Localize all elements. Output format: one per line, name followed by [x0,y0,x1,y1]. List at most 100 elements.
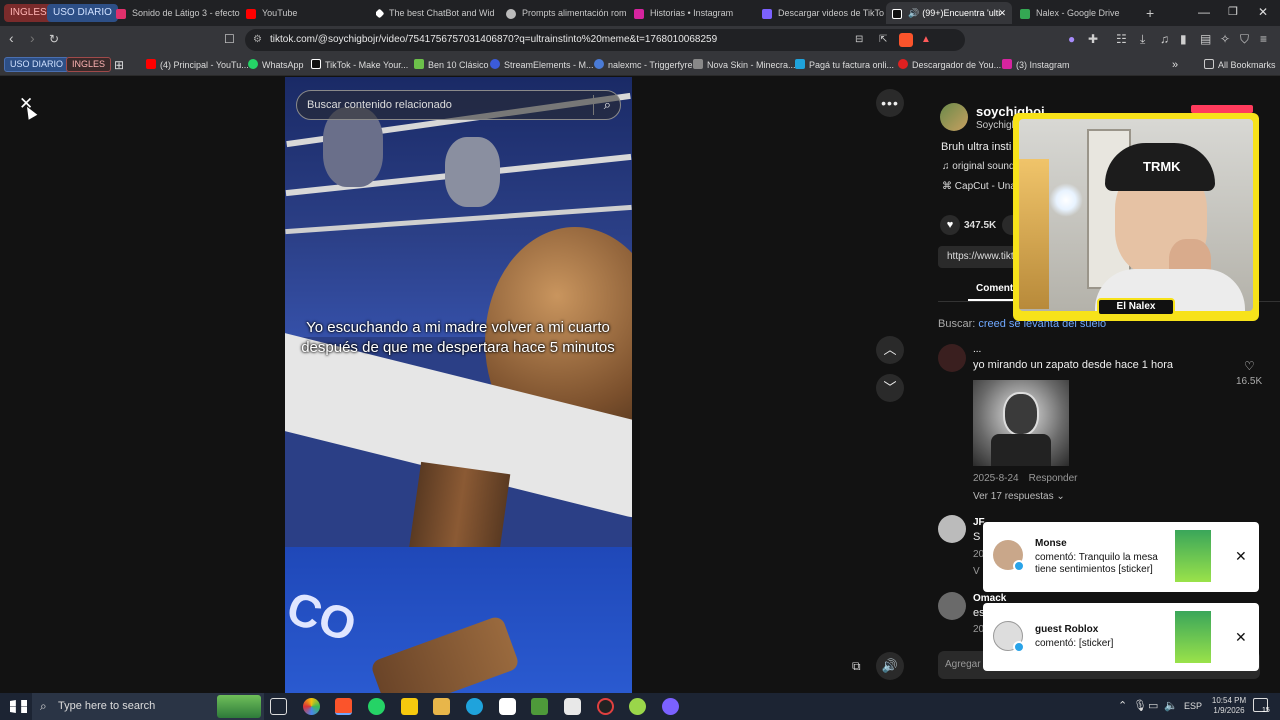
edge-icon[interactable] [466,698,483,715]
taskbar-search-input[interactable]: ⌕ Type here to search [32,693,264,720]
related-search-input[interactable]: Buscar contenido relacionado ⌕ [296,90,621,120]
minimize-icon[interactable]: — [1198,5,1210,19]
sticky-notes-icon[interactable] [401,698,418,715]
reply-button[interactable]: Responder [1029,473,1078,484]
tab-prompts[interactable]: Prompts alimentación rom [506,2,628,24]
restore-icon[interactable]: ❐ [1228,5,1238,18]
bookmark-triggerfyre[interactable]: nalexmc - Triggerfyre [594,58,693,72]
view-replies-button[interactable]: Ver 17 respuestas ⌄ [973,491,1065,502]
bookmark-youtube[interactable]: (4) Principal - YouTu... [146,58,249,72]
microphone-icon[interactable]: 🎙 [1133,699,1147,712]
bookmark-streamelements[interactable]: StreamElements - M... [490,58,594,72]
whatsapp-icon[interactable] [368,698,385,715]
tab-tiktok-active[interactable]: 🔊 (99+)Encuentra 'ulti ✕ [886,2,1012,24]
obs-icon[interactable] [597,698,614,715]
taskbar: ⌕ Type here to search ⌃ 🎙 ▭ 🔈 ESP 10:54 … [0,693,1280,720]
forward-icon[interactable]: › [30,30,35,46]
avatar[interactable] [938,344,966,372]
tab-descargar[interactable]: Descargar videos de TikTok [762,2,884,24]
reload-icon[interactable]: ↻ [49,32,59,46]
bookmark-factura[interactable]: Pagá tu factura onli... [795,58,894,72]
leo-ai-icon[interactable]: ✧ [1220,32,1230,46]
bookmark-novaskin[interactable]: Nova Skin - Minecra... [693,58,796,72]
previous-video-icon[interactable]: ︿ [876,336,904,364]
task-view-icon[interactable] [270,698,287,715]
search-icon[interactable]: ⌕ [604,91,611,119]
apps-grid-icon[interactable]: ⊞ [114,58,124,72]
close-window-icon[interactable]: ✕ [1258,5,1268,19]
avatar[interactable] [938,515,966,543]
sound-row[interactable]: ♫ original sound [942,161,1015,172]
file-explorer-icon[interactable] [433,698,450,715]
show-hidden-icons[interactable]: ⌃ [1118,699,1127,712]
capcut-row[interactable]: ⌘ CapCut - Una e [942,181,1024,192]
comment-sticker-image[interactable] [973,380,1069,466]
copilot-icon[interactable] [303,698,320,715]
close-notification-icon[interactable]: ✕ [1235,548,1247,565]
next-video-icon[interactable]: ﹀ [876,374,904,402]
video-player[interactable]: CO [285,77,632,693]
bookmark-tiktok[interactable]: TikTok - Make Your... [311,58,408,72]
bookmark-group-uso-diario[interactable]: USO DIARIO [4,57,70,72]
tab-youtube[interactable]: YouTube [246,2,370,24]
brave-shield-icon[interactable] [899,33,913,47]
avatar[interactable] [938,592,966,620]
new-tab-button[interactable]: + [1146,2,1160,24]
comment-notification[interactable]: Monse comentó: Tranquilo la mesa tiene s… [983,522,1259,592]
android-icon[interactable] [629,698,646,715]
minecraft-icon[interactable] [531,698,548,715]
tab-sonido[interactable]: Sonido de Látigo 3 - efecto [116,2,240,24]
language-indicator[interactable]: ESP [1184,701,1202,711]
more-options-icon[interactable]: ••• [876,89,904,117]
heart-icon[interactable]: ♥ [940,215,960,235]
volume-icon[interactable]: 🔊 [876,652,904,680]
back-icon[interactable]: ‹ [9,30,14,46]
bookmark-group-ingles[interactable]: INGLES [66,57,112,72]
bookmark-ben10[interactable]: Ben 10 Clásico [414,58,489,72]
media-icon[interactable]: ♫ [1160,32,1169,46]
download-icon[interactable]: ⤓ [1140,32,1145,47]
extension-icon[interactable]: ● [1068,32,1075,46]
bookmark-descargador[interactable]: Descargador de You... [898,58,1001,72]
extension-2-icon[interactable]: ☷ [1116,32,1127,46]
all-bookmarks[interactable]: All Bookmarks [1204,58,1276,72]
site-info-icon[interactable]: ⚙ [253,29,262,51]
tab-chatbot[interactable]: The best ChatBot and Wid [376,2,498,24]
capcut-2-icon[interactable] [564,698,581,715]
bookmark-whatsapp[interactable]: WhatsApp [248,58,304,72]
tab-drive[interactable]: Nalex - Google Drive [1020,2,1142,24]
menu-icon[interactable]: ≡ [1260,32,1267,46]
close-tab-icon[interactable]: ✕ [998,2,1006,24]
network-icon[interactable]: ▭ [1148,699,1158,712]
puzzle-icon[interactable]: ✚ [1088,32,1098,46]
close-notification-icon[interactable]: ✕ [1235,629,1247,646]
address-bar[interactable]: ⚙ tiktok.com/@soychigbojr/video/75417567… [245,29,965,51]
floating-player-icon[interactable]: ⧉ [852,659,861,674]
brave-rewards-icon[interactable]: ▲ [921,29,931,51]
bookmark-instagram[interactable]: (3) Instagram [1002,58,1070,72]
brave-browser-icon[interactable] [335,698,352,715]
comment-user[interactable]: ... [973,344,981,355]
comment-notification[interactable]: guest Roblox comentó: [sticker] ✕ [983,603,1259,671]
avatar[interactable] [940,103,968,131]
share-icon[interactable]: ⇱ [879,29,887,51]
vpn-shield-icon[interactable]: ⛉ [1240,32,1249,47]
more-bookmarks-icon[interactable]: » [1172,58,1178,72]
tab-group-ingles[interactable]: INGLES [4,4,53,22]
speaker-icon[interactable]: 🔈 [1164,699,1178,712]
view-replies-button[interactable]: V [973,566,980,577]
discord-icon[interactable] [662,698,679,715]
wallet-icon[interactable]: ▤ [1200,32,1211,46]
comment-like-icon[interactable]: ♡ [1244,359,1255,373]
cast-icon[interactable]: ⊟ [855,29,863,51]
sidebar-icon[interactable]: ▮ [1180,32,1187,46]
music-note-icon: ♫ [942,161,953,172]
tab-comments[interactable]: Coment [976,283,1013,294]
clock[interactable]: 10:54 PM 1/9/2026 [1207,696,1251,716]
tab-group-uso-diario[interactable]: USO DIARIO [47,4,118,22]
capcut-icon[interactable] [499,698,516,715]
bookmark-icon[interactable]: ☐ [224,32,235,46]
tab-instagram[interactable]: Historias • Instagram [634,2,756,24]
author-handle[interactable]: Soychigb [976,120,1017,131]
windows-start-icon[interactable] [10,700,16,713]
